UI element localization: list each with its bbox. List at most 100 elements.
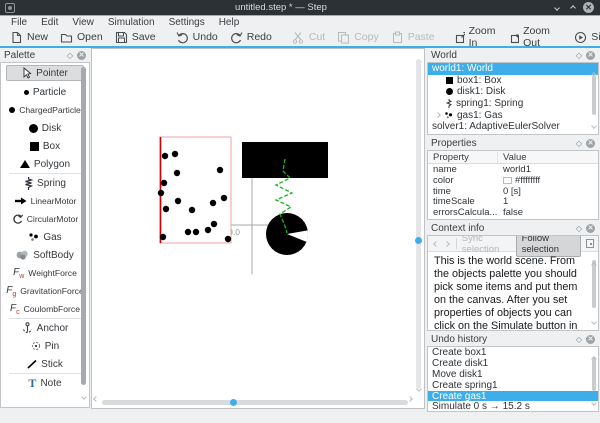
simulate-button[interactable]: Simulate (568, 30, 600, 45)
tree-item-solver1[interactable]: solver1: AdaptiveEulerSolver (428, 121, 598, 133)
gas-particle[interactable] (217, 167, 223, 173)
follow-selection-button[interactable]: Follow selection (516, 235, 582, 257)
palette-item-stick[interactable]: Stick (1, 355, 89, 373)
palette-item-gas[interactable]: Gas (1, 228, 89, 246)
tree-item-box1[interactable]: box1: Box (428, 75, 598, 87)
copy-button[interactable]: Copy (331, 30, 385, 45)
palette-item-linearmotor[interactable]: LinearMotor (1, 192, 89, 210)
undo-item-selected[interactable]: Create gas1 (428, 391, 598, 402)
menu-simulation[interactable]: Simulation (101, 17, 162, 28)
gas-particle[interactable] (225, 236, 231, 242)
menu-settings[interactable]: Settings (162, 17, 212, 28)
float-panel-icon[interactable]: ◇ (576, 139, 582, 148)
gas-particle[interactable] (189, 207, 195, 213)
minimize-button[interactable] (550, 1, 563, 14)
undo-item[interactable]: Move disk1 (428, 369, 598, 380)
paste-button[interactable]: Paste (385, 30, 441, 45)
property-row-timescale[interactable]: timeScale1 (428, 196, 598, 207)
menu-help[interactable]: Help (212, 17, 247, 28)
context-scroll-down-icon[interactable] (592, 311, 596, 329)
property-row-time[interactable]: time0 [s] (428, 186, 598, 197)
tree-item-world1[interactable]: world1: World (428, 63, 598, 75)
gas-particle[interactable] (161, 180, 167, 186)
maximize-button[interactable] (566, 1, 579, 14)
palette-item-spring[interactable]: Spring (1, 174, 89, 192)
palette-scroll-down-icon[interactable] (82, 386, 86, 404)
close-panel-icon[interactable]: ✕ (586, 224, 595, 233)
undo-scroll-down-icon[interactable] (592, 392, 596, 410)
property-row-errorscalculation[interactable]: errorsCalcula...false (428, 207, 598, 218)
context-scroll-up-icon[interactable] (592, 254, 596, 272)
close-panel-icon[interactable]: ✕ (77, 51, 86, 60)
float-panel-icon[interactable]: ◇ (576, 51, 582, 60)
palette-item-anchor[interactable]: Anchor (1, 319, 89, 337)
menu-file[interactable]: File (4, 17, 34, 28)
canvas-horizontal-scrollbar[interactable] (102, 398, 408, 407)
gas-particle[interactable] (175, 198, 181, 204)
gas-particle[interactable] (210, 200, 216, 206)
gas-particle[interactable] (158, 190, 164, 196)
menu-edit[interactable]: Edit (34, 17, 65, 28)
tree-item-gas1[interactable]: gas1: Gas (428, 109, 598, 121)
palette-item-disk[interactable]: Disk (1, 119, 89, 137)
palette-item-particle[interactable]: Particle (1, 83, 89, 101)
palette-item-softbody[interactable]: SoftBody (1, 246, 89, 264)
palette-item-pointer[interactable]: Pointer (6, 65, 84, 81)
close-button[interactable]: ✕ (582, 1, 595, 14)
world-scroll-down-icon[interactable] (592, 115, 596, 133)
gas-particle[interactable] (160, 234, 166, 240)
scene-canvas[interactable]: 0.0 (91, 48, 425, 409)
tree-item-spring1[interactable]: spring1: Spring (428, 98, 598, 110)
gas-particle[interactable] (221, 195, 227, 201)
world-scroll-up-icon[interactable] (592, 64, 596, 82)
canvas-scroll-right-icon[interactable] (408, 388, 412, 406)
menu-view[interactable]: View (65, 17, 101, 28)
undo-item[interactable]: Simulate 0 s → 15.2 s (428, 401, 598, 412)
palette-item-coulombforce[interactable]: FcCoulombForce (1, 300, 89, 318)
open-in-browser-icon[interactable] (586, 239, 594, 248)
undo-item[interactable]: Create spring1 (428, 380, 598, 391)
float-panel-icon[interactable]: ◇ (576, 224, 582, 233)
float-panel-icon[interactable]: ◇ (576, 335, 582, 344)
gas-particle[interactable] (205, 227, 211, 233)
undo-item[interactable]: Create disk1 (428, 358, 598, 369)
gas-particle[interactable] (211, 221, 217, 227)
palette-item-chargedparticle[interactable]: ChargedParticle (1, 101, 89, 119)
close-panel-icon[interactable]: ✕ (586, 335, 595, 344)
gas-particle[interactable] (185, 229, 191, 235)
palette-item-pin[interactable]: Pin (1, 337, 89, 355)
palette-item-polygon[interactable]: Polygon (1, 155, 89, 173)
save-button[interactable]: Save (109, 30, 162, 45)
expander-icon[interactable] (435, 112, 441, 118)
palette-scrollbar[interactable] (81, 67, 86, 385)
gas-particle[interactable] (193, 229, 199, 235)
palette-item-gravitationforce[interactable]: FgGravitationForce (1, 282, 89, 300)
sync-selection-button[interactable]: Sync selection (462, 235, 511, 255)
back-icon[interactable] (433, 241, 439, 247)
palette-item-box[interactable]: Box (1, 137, 89, 155)
gas-particle[interactable] (174, 170, 180, 176)
canvas-vertical-scrollbar[interactable] (414, 59, 423, 389)
palette-item-weightforce[interactable]: FwWeightForce (1, 264, 89, 282)
redo-button[interactable]: Redo (224, 30, 278, 45)
tree-item-disk1[interactable]: disk1: Disk (428, 86, 598, 98)
forward-icon[interactable] (444, 241, 450, 247)
palette-item-circularmotor[interactable]: CircularMotor (1, 210, 89, 228)
property-row-color[interactable]: color#ffffffff (428, 175, 598, 186)
close-panel-icon[interactable]: ✕ (586, 139, 595, 148)
float-panel-icon[interactable]: ◇ (67, 51, 73, 60)
gas-particle[interactable] (172, 151, 178, 157)
undo-button[interactable]: Undo (170, 30, 224, 45)
gas-region[interactable] (160, 137, 231, 243)
undo-scroll-up-icon[interactable] (592, 348, 596, 366)
canvas-scroll-left-icon[interactable] (94, 388, 98, 406)
undo-item[interactable]: Create box1 (428, 347, 598, 358)
gas-particle[interactable] (163, 206, 169, 212)
gas-particle[interactable] (162, 153, 168, 159)
cut-button[interactable]: Cut (286, 30, 331, 45)
palette-item-note[interactable]: TNote (1, 374, 89, 392)
open-button[interactable]: Open (54, 30, 109, 45)
new-button[interactable]: New (4, 30, 54, 45)
close-panel-icon[interactable]: ✕ (586, 51, 595, 60)
property-row-name[interactable]: nameworld1 (428, 164, 598, 175)
